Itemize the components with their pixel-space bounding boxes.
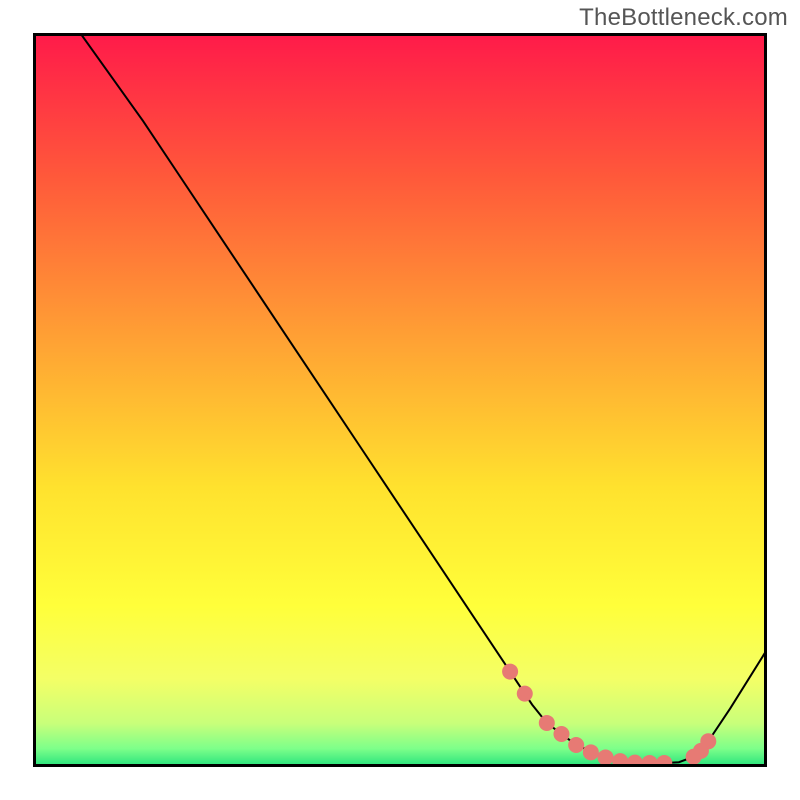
chart-marker: [539, 715, 555, 731]
chart-marker: [598, 749, 614, 765]
chart-marker: [700, 733, 716, 749]
watermark-label: TheBottleneck.com: [579, 4, 788, 32]
chart-marker: [502, 664, 518, 680]
chart-marker: [568, 737, 584, 753]
chart-svg: [33, 33, 767, 767]
chart-container: TheBottleneck.com: [0, 0, 800, 800]
chart-marker: [517, 686, 533, 702]
chart-marker: [553, 726, 569, 742]
chart-marker: [583, 744, 599, 760]
